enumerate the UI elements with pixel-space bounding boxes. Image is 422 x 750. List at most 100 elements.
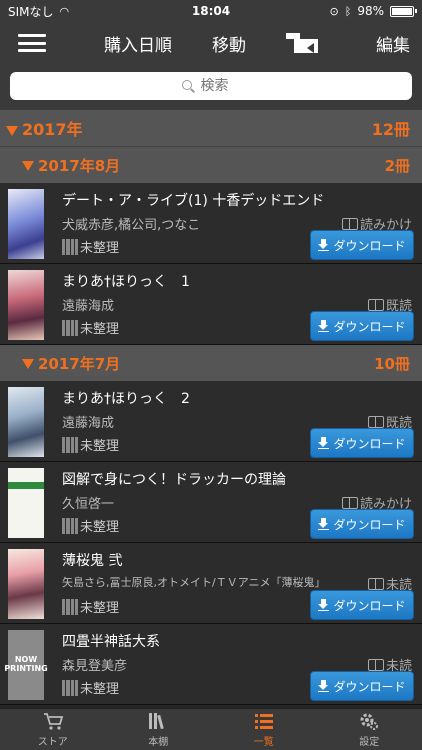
tab-label: 本棚 [148,737,169,748]
download-label: ダウンロード [333,598,406,613]
search-icon [181,79,195,93]
book-title: 薄桜鬼 弐 [62,553,123,569]
shelf-label[interactable]: 未整理 [62,435,119,454]
sort-button[interactable]: 購入日順 [104,31,172,56]
open-book-icon [367,415,384,428]
book-title: デート・ア・ライブ(1) 十香デッドエンド [62,193,325,209]
carrier-label: SIMなし [8,4,54,19]
download-icon [318,320,330,332]
shelf-text: 未整理 [80,322,120,337]
status-bar: SIMなし ◠ 18:04 ⊙ ᛒ 98% [0,0,422,22]
download-button[interactable]: ダウンロード [310,230,414,260]
tab-label: ストア [37,737,68,748]
collapse-triangle-icon [6,125,18,136]
shelf-icon [62,436,78,453]
book-row[interactable]: デート・ア・ライブ(1) 十香デッドエンド 犬威赤彦,橘公司,つなこ 未整理 読… [0,183,422,264]
book-author: 遠藤海成 [62,299,115,314]
download-icon [318,239,330,251]
tab-settings[interactable]: 設定 [317,709,422,750]
shelf-text: 未整理 [80,439,120,454]
year-group-header[interactable]: 2017年 12冊 [0,110,422,147]
download-button[interactable]: ダウンロード [310,428,414,458]
cover-text: NOW PRINTING [4,655,48,673]
book-row[interactable]: 薄桜鬼 弐 矢島さら,冨士原良,オトメイト/ＴＶアニメ「薄桜鬼」製… 未整理 未… [0,543,422,624]
month-label: 2017年8月 [38,156,121,175]
download-button[interactable]: ダウンロード [310,590,414,620]
book-cover [8,189,44,259]
book-title: 図解で身につく！ドラッカーの理論 [62,472,286,488]
open-book-icon [367,298,384,311]
tab-store[interactable]: ストア [0,709,106,750]
shelf-label[interactable]: 未整理 [62,516,119,535]
search-input[interactable] [200,78,241,94]
download-button[interactable]: ダウンロード [310,671,414,701]
shelf-label[interactable]: 未整理 [62,237,119,256]
tab-list[interactable]: 一覧 [211,709,317,750]
open-book-icon [367,577,384,590]
download-button[interactable]: ダウンロード [310,311,414,341]
download-icon [318,599,330,611]
month-group-header[interactable]: 2017年8月 2冊 [0,147,422,183]
battery-icon [390,5,417,17]
view-toggle-icon[interactable] [286,33,318,53]
book-title: まりあ†ほりっく 1 [62,274,190,290]
open-book-icon [341,217,358,230]
shelf-icon [62,319,78,336]
book-cover: NOW PRINTING [4,630,48,700]
bookshelf-icon [149,713,165,730]
shelf-icon [62,679,78,696]
open-book-icon [367,658,384,671]
month-label: 2017年7月 [38,354,121,373]
book-cover [8,468,44,538]
month-group-header[interactable]: 2017年7月 10冊 [0,345,422,381]
book-title: まりあ†ほりっく 2 [62,391,190,407]
collapse-triangle-icon [22,359,34,369]
battery-percent: 98% [357,4,384,18]
tab-bar: ストア 本棚 一覧 設定 [0,708,422,750]
download-icon [318,437,330,449]
download-label: ダウンロード [333,319,406,334]
book-row[interactable]: まりあ†ほりっく 2 遠藤海成 未整理 既読 ダウンロード [0,381,422,462]
download-label: ダウンロード [333,679,406,694]
wifi-icon: ◠ [59,4,70,18]
shelf-text: 未整理 [80,520,120,535]
edit-button[interactable]: 編集 [376,31,410,56]
book-list[interactable]: 2017年 12冊 2017年8月 2冊 デート・ア・ライブ(1) 十香デッドエ… [0,110,422,708]
download-icon [318,680,330,692]
book-title: 四畳半神話大系 [62,634,160,650]
menu-icon[interactable] [18,34,46,52]
shelf-icon [62,517,78,534]
month-count: 2冊 [384,156,410,175]
book-cover [8,549,44,619]
open-book-icon [341,496,358,509]
shelf-label[interactable]: 未整理 [62,318,119,337]
tab-bookshelf[interactable]: 本棚 [106,709,212,750]
cart-icon [43,713,63,730]
search-box[interactable] [10,72,412,100]
tab-label: 設定 [359,737,380,748]
shelf-label[interactable]: 未整理 [62,678,119,697]
shelf-icon [62,598,78,615]
shelf-text: 未整理 [80,241,120,256]
month-count: 10冊 [374,354,410,373]
list-icon [254,714,273,729]
book-row[interactable]: まりあ†ほりっく 1 遠藤海成 未整理 既読 ダウンロード [0,264,422,345]
tab-label: 一覧 [253,737,274,748]
search-area [0,64,422,110]
book-author: 久恒啓一 [62,497,115,512]
book-author: 遠藤海成 [62,416,115,431]
book-cover [8,387,44,457]
book-row[interactable]: NOW PRINTING 四畳半神話大系 森見登美彦 未整理 未読 ダウンロード [0,624,422,705]
year-count: 12冊 [371,120,410,139]
book-author: 矢島さら,冨士原良,オトメイト/ＴＶアニメ「薄桜鬼」製… [62,576,322,589]
download-button[interactable]: ダウンロード [310,509,414,539]
shelf-text: 未整理 [80,682,120,697]
bluetooth-icon: ᛒ [344,4,352,18]
shelf-label[interactable]: 未整理 [62,597,119,616]
download-label: ダウンロード [333,436,406,451]
shelf-text: 未整理 [80,601,120,616]
shelf-icon [62,238,78,255]
book-row[interactable]: 図解で身につく！ドラッカーの理論 久恒啓一 未整理 読みかけ ダウンロード [0,462,422,543]
move-button[interactable]: 移動 [212,31,246,56]
orientation-lock-icon: ⊙ [329,4,339,18]
